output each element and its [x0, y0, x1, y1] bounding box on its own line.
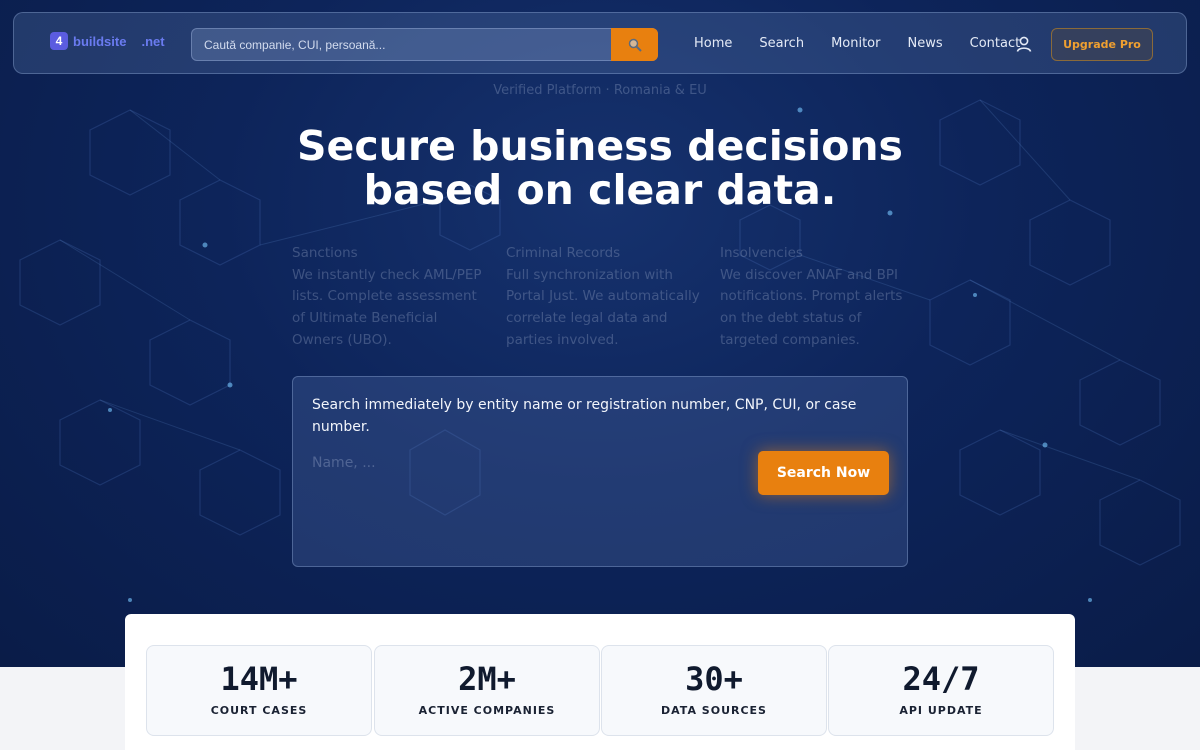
top-navbar: 4 buildsite .net Home Search Monitor New…: [13, 12, 1187, 74]
nav-search-bar: [191, 28, 658, 61]
search-card: Search immediately by entity name or reg…: [292, 376, 908, 567]
user-icon[interactable]: [1015, 35, 1033, 57]
stat-label: API UPDATE: [899, 704, 983, 717]
nav-link-news[interactable]: News: [907, 36, 942, 51]
logo[interactable]: 4 buildsite .net: [50, 32, 165, 50]
feature-title: Criminal Records: [506, 245, 621, 261]
logo-tld: .net: [141, 33, 165, 49]
feature-criminal-records: Criminal Records Full synchronization wi…: [506, 243, 701, 352]
headline-line-1: Secure business decisions: [297, 122, 903, 170]
stat-value: 24/7: [902, 660, 980, 698]
nav-search-button[interactable]: [611, 28, 658, 61]
headline-line-2: based on clear data.: [363, 166, 837, 214]
nav-links: Home Search Monitor News Contact: [694, 36, 1047, 51]
feature-sanctions: Sanctions We instantly check AML/PEP lis…: [292, 243, 487, 352]
stat-label: ACTIVE COMPANIES: [418, 704, 556, 717]
magnifier-icon: [628, 38, 642, 52]
entity-search-input[interactable]: [312, 452, 732, 474]
nav-link-contact[interactable]: Contact: [970, 36, 1021, 51]
feature-title: Sanctions: [292, 245, 358, 261]
stat-value: 30+: [685, 660, 743, 698]
stats-panel: 14M+ COURT CASES 2M+ ACTIVE COMPANIES 30…: [125, 614, 1075, 750]
stat-active-companies: 2M+ ACTIVE COMPANIES: [374, 645, 600, 736]
logo-badge: 4: [50, 32, 68, 50]
feature-title: Insolvencies: [720, 245, 803, 261]
feature-text: We instantly check AML/PEP lists. Comple…: [292, 266, 482, 348]
stat-label: DATA SOURCES: [661, 704, 767, 717]
stat-court-cases: 14M+ COURT CASES: [146, 645, 372, 736]
stat-api-update: 24/7 API UPDATE: [828, 645, 1054, 736]
feature-text: Full synchronization with Portal Just. W…: [506, 266, 700, 348]
logo-text: buildsite: [73, 33, 127, 49]
feature-text: We discover ANAF and BPI notifications. …: [720, 266, 903, 348]
hero-headline: Secure business decisions based on clear…: [0, 124, 1200, 212]
stat-label: COURT CASES: [210, 704, 308, 717]
upgrade-pro-button[interactable]: Upgrade Pro: [1051, 28, 1153, 61]
nav-link-home[interactable]: Home: [694, 36, 732, 51]
search-card-description: Search immediately by entity name or reg…: [312, 397, 857, 435]
nav-link-search[interactable]: Search: [759, 36, 804, 51]
search-now-button[interactable]: Search Now: [758, 451, 889, 495]
hero-section: 4 buildsite .net Home Search Monitor New…: [0, 0, 1200, 667]
stat-value: 2M+: [458, 660, 516, 698]
feature-insolvencies: Insolvencies We discover ANAF and BPI no…: [720, 243, 915, 352]
stat-data-sources: 30+ DATA SOURCES: [601, 645, 827, 736]
stat-value: 14M+: [220, 660, 298, 698]
nav-search-input[interactable]: [192, 29, 612, 60]
verified-platform-label: Verified Platform · Romania & EU: [493, 83, 707, 98]
nav-link-monitor[interactable]: Monitor: [831, 36, 880, 51]
